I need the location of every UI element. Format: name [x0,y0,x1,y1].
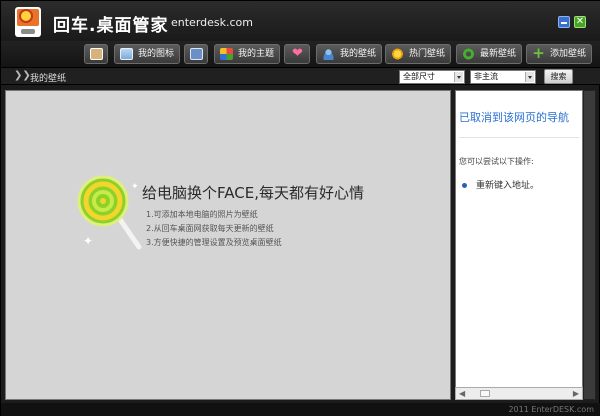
toolbar: 我的图标 我的主题 ❤ 我的壁纸 热门壁纸 最新壁纸 + 添加壁纸 [1,41,600,67]
title-bar[interactable]: 回车.桌面管家 enterdesk.com ✕ [1,1,600,41]
refresh-icon [462,48,475,60]
add-wallpaper-label: 添加壁纸 [550,49,587,59]
promo-line: 2.从回车桌面网获取每天更新的壁纸 [146,224,274,233]
scroll-right-icon[interactable]: ▶ [573,390,579,398]
my-themes-label: 我的主题 [238,49,275,59]
suggestion-heading: 您可以尝试以下操作: [459,157,534,166]
hot-wallpapers-button[interactable]: 热门壁纸 [385,44,452,64]
hot-wallpapers-label: 热门壁纸 [409,49,446,59]
scrollbar-thumb[interactable] [480,390,490,397]
chevron-down-icon[interactable] [525,72,534,82]
lollipop-icon: ✦ ✦ [77,175,142,250]
bullet-icon [462,183,467,188]
search-button[interactable]: 搜索 [544,69,573,84]
close-button[interactable]: ✕ [574,16,586,28]
icon-grid-icon [120,48,133,60]
user-icon [322,48,335,60]
vertical-scrollbar[interactable] [583,90,596,400]
app-window: 回车.桌面管家 enterdesk.com ✕ 我的图标 我的主题 ❤ 我的壁纸… [0,0,600,416]
svg-text:✦: ✦ [83,234,93,248]
copyright-text: 2011 EnterDESK.com [508,405,594,414]
app-title: 回车.桌面管家 [53,16,169,36]
theme-icon [220,48,233,60]
favorites-button[interactable]: ❤ [284,44,310,64]
latest-wallpapers-label: 最新壁纸 [480,49,517,59]
filter-bar: ❯❯ 我的壁纸 全部尺寸 非主流 搜索 [1,67,600,85]
promo-line: 1.可添加本地电脑的照片为壁纸 [146,210,258,219]
style-select-value: 非主流 [474,72,498,81]
my-wallpapers-button[interactable]: 我的壁纸 [316,44,383,64]
latest-wallpapers-button[interactable]: 最新壁纸 [456,44,523,64]
add-icon: + [532,44,545,62]
breadcrumb-arrow-icon: ❯❯ [14,70,31,81]
divider [459,137,579,138]
size-select[interactable]: 全部尺寸 [399,70,465,84]
navigation-cancelled-title: 已取消到该网页的导航 [459,111,569,124]
my-icons-label: 我的图标 [138,49,175,59]
svg-text:✦: ✦ [131,182,139,192]
wallpaper-view: ✦ ✦ 给电脑换个FACE,每天都有好心情 1.可添加本地电脑的照片为壁纸 2.… [5,90,451,400]
screenshot-icon [190,48,203,60]
promo-line: 3.方便快捷的管理设置及预览桌面壁纸 [146,238,282,247]
notes-button[interactable] [84,44,108,64]
notes-icon [90,48,103,60]
screenshot-button[interactable] [184,44,208,64]
site-domain: enterdesk.com [171,16,253,29]
scroll-left-icon[interactable]: ◀ [459,390,465,398]
minimize-button[interactable] [558,16,570,28]
horizontal-scrollbar[interactable]: ◀ ▶ [455,387,583,400]
web-panel: 已取消到该网页的导航 您可以尝试以下操作: 重新键入地址。 [455,90,583,400]
style-select[interactable]: 非主流 [470,70,536,84]
status-bar: 2011 EnterDESK.com [1,403,600,416]
promo-title: 给电脑换个FACE,每天都有好心情 [142,184,364,202]
size-select-value: 全部尺寸 [403,72,435,81]
add-wallpaper-button[interactable]: + 添加壁纸 [526,44,593,64]
my-icons-button[interactable]: 我的图标 [114,44,181,64]
app-logo-icon [15,7,41,37]
retype-address-item: 重新键入地址。 [476,181,540,191]
chevron-down-icon[interactable] [454,72,463,82]
my-themes-button[interactable]: 我的主题 [214,44,281,64]
breadcrumb: 我的壁纸 [30,74,67,84]
heart-icon: ❤ [292,46,303,61]
hot-icon [391,48,404,60]
my-wallpapers-label: 我的壁纸 [340,49,377,59]
